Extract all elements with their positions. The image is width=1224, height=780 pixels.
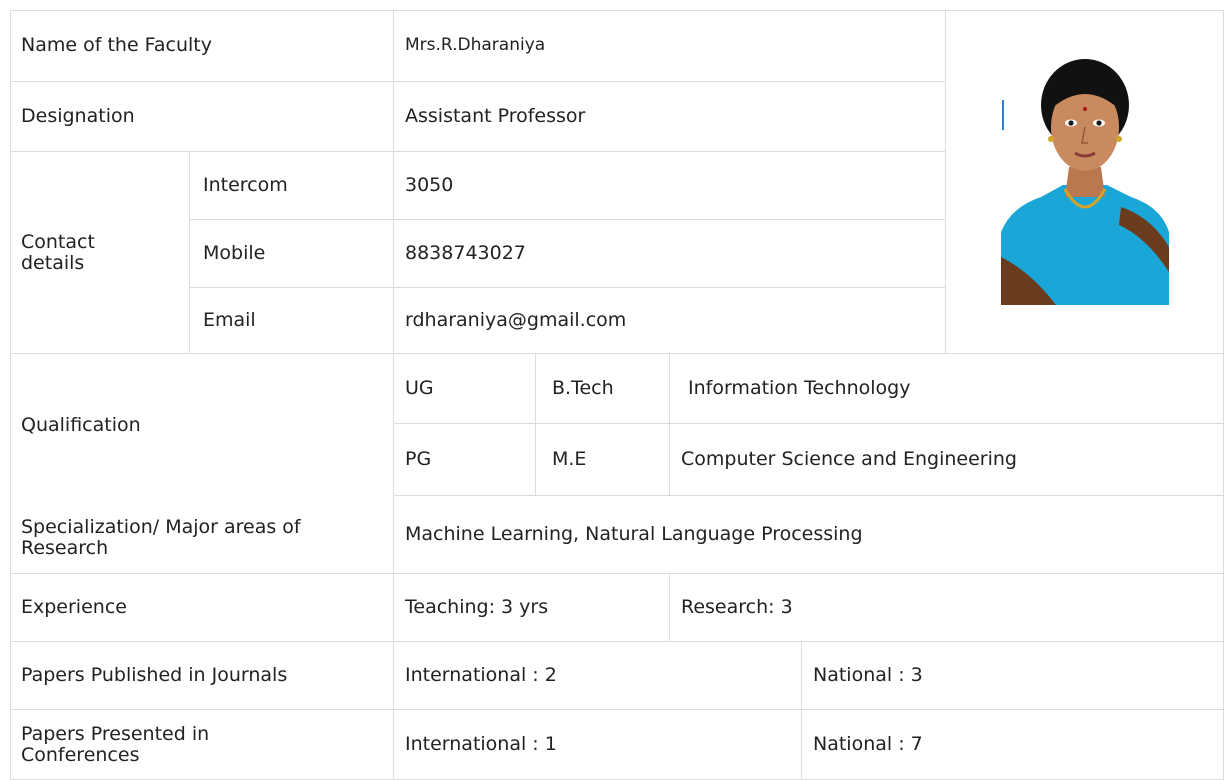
portrait-image bbox=[1000, 56, 1169, 305]
journals-international: International : 2 bbox=[394, 642, 802, 710]
ug-field: Information Technology bbox=[670, 354, 1224, 424]
name-label: Name of the Faculty bbox=[10, 10, 394, 82]
name-value: Mrs.R.Dharaniya bbox=[394, 10, 946, 82]
experience-research: Research: 3 bbox=[670, 574, 1224, 642]
conferences-international: International : 1 bbox=[394, 710, 802, 780]
pg-label: PG bbox=[394, 424, 536, 496]
pg-degree: M.E bbox=[536, 424, 670, 496]
experience-label: Experience bbox=[10, 574, 394, 642]
mobile-label: Mobile bbox=[190, 220, 394, 288]
faculty-photo bbox=[1000, 56, 1169, 305]
intercom-label: Intercom bbox=[190, 152, 394, 220]
journals-national: National : 3 bbox=[802, 642, 1224, 710]
image-edge-mark bbox=[1002, 100, 1004, 130]
specialization-label: Specialization/ Major areas of Research bbox=[10, 496, 394, 574]
faculty-photo-cell bbox=[946, 10, 1224, 354]
designation-value: Assistant Professor bbox=[394, 82, 946, 152]
designation-label: Designation bbox=[10, 82, 394, 152]
conferences-label: Papers Presented in Conferences bbox=[10, 710, 394, 780]
email-label: Email bbox=[190, 288, 394, 354]
specialization-value: Machine Learning, Natural Language Proce… bbox=[394, 496, 1224, 574]
intercom-value: 3050 bbox=[394, 152, 946, 220]
email-value[interactable]: rdharaniya@gmail.com bbox=[394, 288, 946, 354]
journals-label: Papers Published in Journals bbox=[10, 642, 394, 710]
pg-field: Computer Science and Engineering bbox=[670, 424, 1224, 496]
contact-details-label: Contact details bbox=[10, 152, 190, 354]
ug-degree: B.Tech bbox=[536, 354, 670, 424]
qualification-label: Qualification bbox=[10, 354, 394, 496]
conferences-national: National : 7 bbox=[802, 710, 1224, 780]
experience-teaching: Teaching: 3 yrs bbox=[394, 574, 670, 642]
mobile-value: 8838743027 bbox=[394, 220, 946, 288]
ug-label: UG bbox=[394, 354, 536, 424]
